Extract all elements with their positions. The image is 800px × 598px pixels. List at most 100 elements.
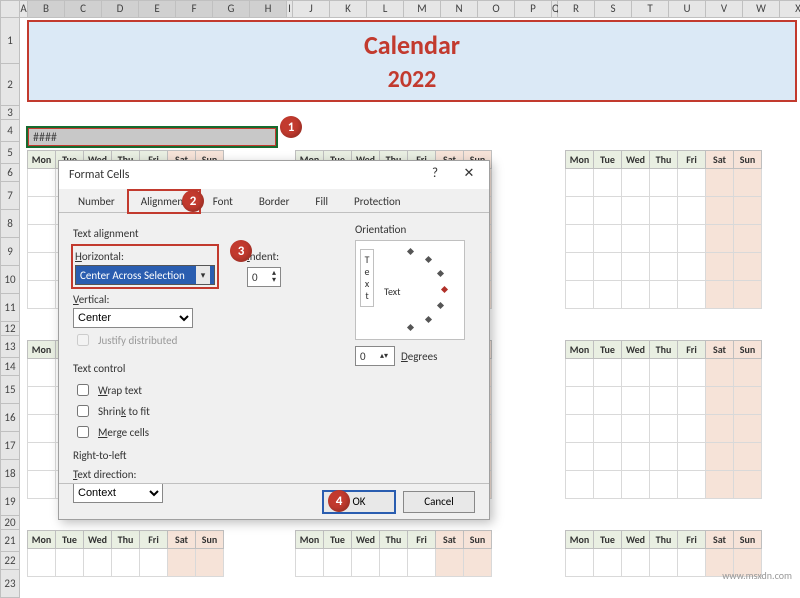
orientation-diagram[interactable]: Text Text <box>355 240 465 340</box>
indent-spinner[interactable]: 0 ▴▾ <box>247 267 281 287</box>
calendar-cell[interactable] <box>380 549 408 577</box>
calendar-cell[interactable] <box>734 281 762 309</box>
calendar-cell[interactable] <box>464 549 492 577</box>
column-header-s[interactable]: S <box>595 0 632 18</box>
calendar-cell[interactable] <box>566 359 594 387</box>
calendar-cell[interactable] <box>734 471 762 499</box>
calendar-cell[interactable] <box>594 169 622 197</box>
column-header-l[interactable]: L <box>367 0 404 18</box>
column-header-n[interactable]: N <box>441 0 478 18</box>
selected-range-b5h5[interactable]: #### <box>27 127 277 147</box>
column-header-u[interactable]: U <box>669 0 706 18</box>
calendar-cell[interactable] <box>566 281 594 309</box>
calendar-cell[interactable] <box>706 197 734 225</box>
calendar-cell[interactable] <box>650 169 678 197</box>
calendar-cell[interactable] <box>28 443 56 471</box>
row-header-19[interactable]: 19 <box>0 488 20 516</box>
row-header-8[interactable]: 8 <box>0 210 20 238</box>
calendar-cell[interactable] <box>566 549 594 577</box>
dialog-titlebar[interactable]: Format Cells ? ✕ <box>59 161 489 189</box>
calendar-cell[interactable] <box>706 387 734 415</box>
calendar-cell[interactable] <box>622 197 650 225</box>
column-header-f[interactable]: F <box>176 0 213 18</box>
row-header-2[interactable]: 2 <box>0 64 20 106</box>
calendar-cell[interactable] <box>706 225 734 253</box>
row-header-6[interactable]: 6 <box>0 164 20 182</box>
column-header-c[interactable]: C <box>65 0 102 18</box>
row-header-17[interactable]: 17 <box>0 432 20 460</box>
calendar-cell[interactable] <box>594 253 622 281</box>
calendar-cell[interactable] <box>734 415 762 443</box>
column-header-r[interactable]: R <box>558 0 595 18</box>
column-header-w[interactable]: W <box>743 0 780 18</box>
row-header-21[interactable]: 21 <box>0 530 20 552</box>
calendar-cell[interactable] <box>622 549 650 577</box>
calendar-cell[interactable] <box>706 359 734 387</box>
calendar-cell[interactable] <box>678 281 706 309</box>
degrees-spinner[interactable]: 0 ▴▾ <box>355 346 395 366</box>
column-header-g[interactable]: G <box>213 0 250 18</box>
tab-font[interactable]: Font <box>200 190 246 213</box>
calendar-cell[interactable] <box>706 415 734 443</box>
calendar-cell[interactable] <box>650 549 678 577</box>
calendar-cell[interactable] <box>436 549 464 577</box>
calendar-cell[interactable] <box>28 359 56 387</box>
calendar-cell[interactable] <box>28 253 56 281</box>
calendar-cell[interactable] <box>594 197 622 225</box>
row-header-15[interactable]: 15 <box>0 376 20 404</box>
calendar-cell[interactable] <box>650 197 678 225</box>
calendar-cell[interactable] <box>706 169 734 197</box>
close-button[interactable]: ✕ <box>455 165 483 185</box>
calendar-cell[interactable] <box>594 415 622 443</box>
calendar-cell[interactable] <box>706 253 734 281</box>
calendar-cell[interactable] <box>734 197 762 225</box>
calendar-cell[interactable] <box>594 471 622 499</box>
row-header-7[interactable]: 7 <box>0 182 20 210</box>
calendar-cell[interactable] <box>622 169 650 197</box>
horizontal-select[interactable]: Center Across Selection ▾ <box>75 265 215 285</box>
calendar-cell[interactable] <box>678 169 706 197</box>
tab-fill[interactable]: Fill <box>302 190 341 213</box>
merge-cells-checkbox[interactable]: Merge cells <box>73 423 475 441</box>
row-header-18[interactable]: 18 <box>0 460 20 488</box>
calendar-cell[interactable] <box>28 281 56 309</box>
calendar-cell[interactable] <box>734 253 762 281</box>
calendar-cell[interactable] <box>28 415 56 443</box>
tab-protection[interactable]: Protection <box>341 190 414 213</box>
calendar-cell[interactable] <box>650 471 678 499</box>
calendar-cell[interactable] <box>622 387 650 415</box>
calendar-cell[interactable] <box>706 281 734 309</box>
calendar-cell[interactable] <box>650 253 678 281</box>
column-header-k[interactable]: K <box>330 0 367 18</box>
calendar-cell[interactable] <box>28 197 56 225</box>
spinner-buttons-icon[interactable]: ▴▾ <box>380 353 390 359</box>
column-header-d[interactable]: D <box>102 0 139 18</box>
row-header-13[interactable]: 13 <box>0 336 20 358</box>
calendar-cell[interactable] <box>594 387 622 415</box>
calendar-cell[interactable] <box>566 197 594 225</box>
row-header-4[interactable]: 4 <box>0 120 20 142</box>
tab-number[interactable]: Number <box>65 190 128 213</box>
calendar-cell[interactable] <box>594 281 622 309</box>
calendar-cell[interactable] <box>678 549 706 577</box>
orientation-vertical-text[interactable]: Text <box>360 249 374 307</box>
calendar-cell[interactable] <box>622 225 650 253</box>
calendar-cell[interactable] <box>324 549 352 577</box>
calendar-cell[interactable] <box>678 387 706 415</box>
calendar-cell[interactable] <box>734 387 762 415</box>
calendar-cell[interactable] <box>650 281 678 309</box>
cancel-button[interactable]: Cancel <box>403 491 475 513</box>
calendar-cell[interactable] <box>352 549 380 577</box>
column-header-a[interactable]: A <box>20 0 28 18</box>
shrink-to-fit-checkbox[interactable]: Shrink to fit <box>73 402 475 420</box>
calendar-cell[interactable] <box>678 253 706 281</box>
row-header-20[interactable]: 20 <box>0 516 20 530</box>
column-header-j[interactable]: J <box>293 0 330 18</box>
tab-border[interactable]: Border <box>246 190 303 213</box>
calendar-cell[interactable] <box>622 443 650 471</box>
vertical-select[interactable]: Center <box>73 308 193 328</box>
calendar-cell[interactable] <box>706 471 734 499</box>
spinner-buttons-icon[interactable]: ▴▾ <box>272 270 276 284</box>
column-header-o[interactable]: O <box>478 0 515 18</box>
calendar-cell[interactable] <box>622 415 650 443</box>
